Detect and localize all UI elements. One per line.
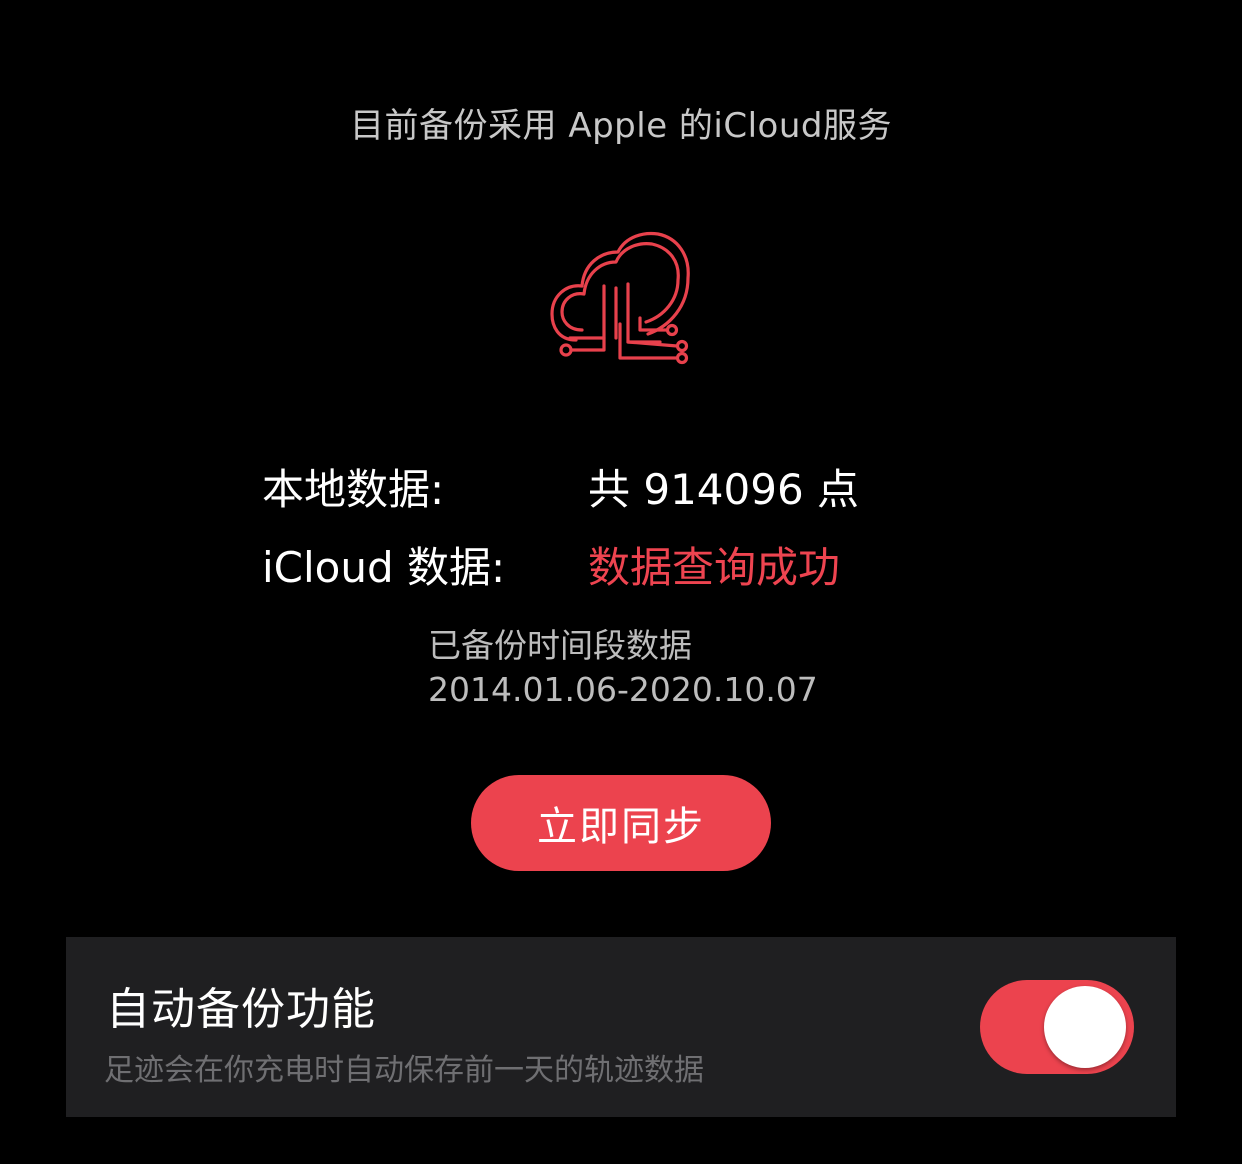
auto-backup-toggle[interactable] [980, 980, 1134, 1074]
auto-backup-card: 自动备份功能 足迹会在你充电时自动保存前一天的轨迹数据 [66, 937, 1176, 1117]
icloud-data-row: iCloud 数据: 数据查询成功 [262, 534, 982, 594]
backup-period-label: 已备份时间段数据 [428, 626, 692, 665]
toggle-knob [1044, 986, 1126, 1068]
auto-backup-title: 自动备份功能 [106, 984, 376, 1035]
local-data-row: 本地数据: 共 914096 点 [262, 456, 982, 516]
backup-service-note: 目前备份采用 Apple 的iCloud服务 [350, 106, 892, 146]
backup-period-range: 2014.01.06-2020.10.07 [428, 670, 818, 709]
backup-period: 已备份时间段数据 2014.01.06-2020.10.07 [428, 624, 818, 712]
local-data-label: 本地数据: [262, 465, 445, 514]
icloud-data-label: iCloud 数据: [262, 543, 506, 592]
icloud-backup-screen: 目前备份采用 Apple 的iCloud服务 本地数据: 共 914096 点 … [0, 0, 1242, 1164]
auto-backup-description: 足迹会在你充电时自动保存前一天的轨迹数据 [104, 1053, 704, 1088]
icloud-data-status: 数据查询成功 [588, 543, 841, 592]
local-data-value: 共 914096 点 [588, 465, 860, 514]
sync-now-button[interactable]: 立即同步 [471, 775, 771, 871]
cloud-circuit-icon [548, 228, 694, 368]
